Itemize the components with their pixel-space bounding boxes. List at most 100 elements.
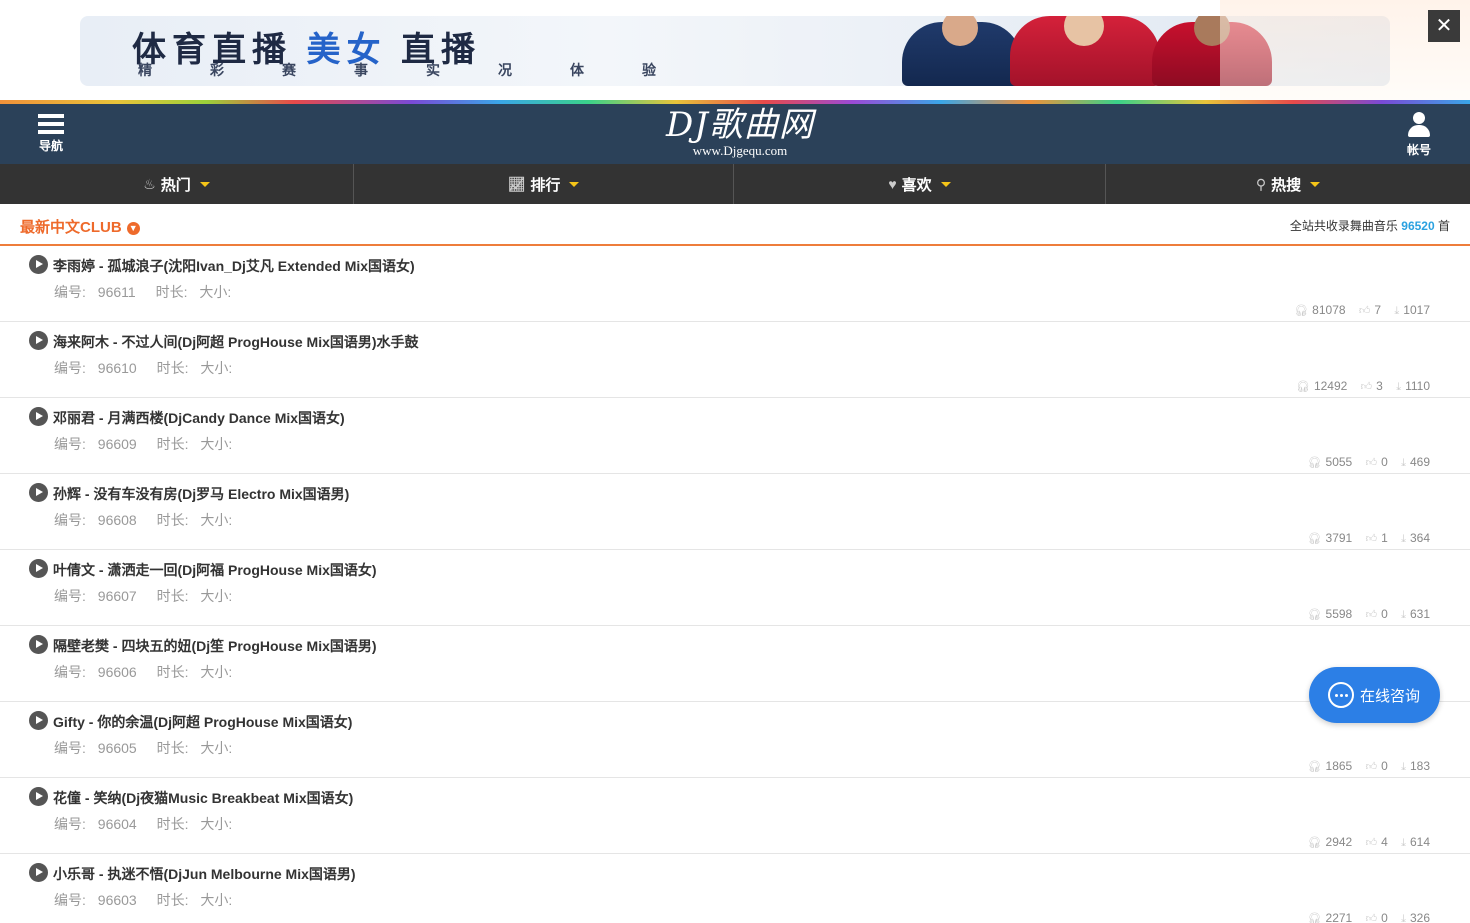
section-title[interactable]: 最新中文CLUB ▼ [20,216,140,237]
play-count: 🎧︎ 5055 [1307,455,1353,469]
thumbs-up-icon: 👍︎ [1365,837,1378,849]
song-size: 大小: [200,436,233,452]
list-item[interactable]: 隔壁老樊 - 四块五的妞(Dj笙 ProgHouse Mix国语男) 编号: 9… [0,626,1470,702]
tab-hot-search[interactable]: ⚲ 热搜 [1106,164,1470,204]
nav-menu-button[interactable]: 导航 [26,110,76,158]
song-list: 李雨婷 - 孤城浪子(沈阳Ivan_Dj艾凡 Extended Mix国语女) … [0,246,1470,923]
account-button[interactable]: 帐号 [1394,110,1444,158]
count-suffix: 首 [1437,219,1450,233]
logo-sub: www.Djgequ.com [692,143,788,158]
thumbs-up-icon: 👍︎ [1365,457,1378,469]
count-number: 96520 [1401,219,1435,233]
thumbs-up-icon: 👍︎ [1365,761,1378,773]
play-icon[interactable] [29,711,48,730]
ad-banner[interactable]: 体育直播 美女 直播 精彩赛事实况体验 [80,16,1390,86]
like-count: 👍︎ 1 [1365,531,1388,545]
list-item[interactable]: Gifty - 你的余温(Dj阿超 ProgHouse Mix国语女) 编号: … [0,702,1470,778]
headphones-icon: 🎧︎ [1307,761,1322,773]
song-duration: 时长: [156,512,189,528]
play-icon[interactable] [29,787,48,806]
download-count: ⤓ 326 [1401,911,1430,923]
tab-label: 热搜 [1271,176,1302,194]
logo-main: DJ歌曲网 [666,105,814,145]
song-id: 编号: 96605 [54,740,137,756]
song-title[interactable]: 李雨婷 - 孤城浪子(沈阳Ivan_Dj艾凡 Extended Mix国语女) [53,256,415,276]
site-logo[interactable]: DJ歌曲网 www.Djgequ.com [660,106,820,162]
list-item[interactable]: 花僮 - 笑纳(Dj夜猫Music Breakbeat Mix国语女) 编号: … [0,778,1470,854]
list-item[interactable]: 海来阿木 - 不过人间(Dj阿超 ProgHouse Mix国语男)水手鼓 编号… [0,322,1470,398]
song-size: 大小: [200,664,233,680]
count-prefix: 全站共收录舞曲音乐 [1289,219,1398,233]
tab-label: 排行 [530,176,561,194]
song-title[interactable]: 海来阿木 - 不过人间(Dj阿超 ProgHouse Mix国语男)水手鼓 [53,332,419,352]
song-meta: 编号: 96605 时长: 大小: [54,738,240,758]
list-item[interactable]: 孙辉 - 没有车没有房(Dj罗马 Electro Mix国语男) 编号: 966… [0,474,1470,550]
song-id: 编号: 96611 [54,284,136,300]
download-icon: ⤓ [1394,305,1400,317]
song-meta: 编号: 96608 时长: 大小: [54,510,240,530]
song-size: 大小: [200,588,233,604]
list-item[interactable]: 李雨婷 - 孤城浪子(沈阳Ivan_Dj艾凡 Extended Mix国语女) … [0,246,1470,322]
song-title[interactable]: 叶倩文 - 潇洒走一回(Dj阿福 ProgHouse Mix国语女) [53,560,377,580]
tab-hot[interactable]: ♨ 热门 [0,164,354,204]
song-stats: 🎧︎ 2942 👍︎ 4 ⤓ 614 [1298,835,1430,850]
list-item[interactable]: 小乐哥 - 执迷不悟(DjJun Melbourne Mix国语男) 编号: 9… [0,854,1470,923]
fire-icon: ♨ [143,175,156,192]
song-size: 大小: [200,816,233,832]
song-id: 编号: 96604 [54,816,137,832]
play-count: 🎧︎ 1865 [1307,759,1353,773]
tab-bar: ♨ 热门 📈︎ 排行 ♥ 喜欢 ⚲ 热搜 [0,164,1470,204]
song-size: 大小: [200,360,233,376]
download-count: ⤓ 1110 [1396,379,1430,393]
song-id: 编号: 96603 [54,892,137,908]
list-item[interactable]: 邓丽君 - 月满西楼(DjCandy Dance Mix国语女) 编号: 966… [0,398,1470,474]
song-title[interactable]: 孙辉 - 没有车没有房(Dj罗马 Electro Mix国语男) [53,484,349,504]
song-title[interactable]: 隔壁老樊 - 四块五的妞(Dj笙 ProgHouse Mix国语男) [53,636,377,656]
like-count: 👍︎ 3 [1360,379,1383,393]
play-icon[interactable] [29,483,48,502]
play-icon[interactable] [29,863,48,882]
play-icon[interactable] [29,331,48,350]
thumbs-up-icon: 👍︎ [1358,305,1371,317]
list-item[interactable]: 叶倩文 - 潇洒走一回(Dj阿福 ProgHouse Mix国语女) 编号: 9… [0,550,1470,626]
like-count: 👍︎ 0 [1365,759,1388,773]
song-meta: 编号: 96603 时长: 大小: [54,890,240,910]
ad-players-image [902,16,1272,86]
tab-like[interactable]: ♥ 喜欢 [734,164,1106,204]
song-id: 编号: 96609 [54,436,137,452]
play-icon[interactable] [29,255,48,274]
song-meta: 编号: 96604 时长: 大小: [54,814,240,834]
play-count: 🎧︎ 2942 [1307,835,1353,849]
close-icon[interactable]: ✕ [1428,10,1460,42]
song-duration: 时长: [156,816,189,832]
play-icon[interactable] [29,635,48,654]
song-duration: 时长: [156,436,189,452]
song-title[interactable]: 小乐哥 - 执迷不悟(DjJun Melbourne Mix国语男) [53,864,356,884]
chevron-down-icon: ▼ [126,222,140,235]
download-icon: ⤓ [1401,837,1406,849]
caret-down-icon [199,181,210,187]
headphones-icon: 🎧︎ [1307,913,1322,923]
download-icon: ⤓ [1401,533,1406,545]
account-label: 帐号 [1406,143,1431,157]
play-count: 🎧︎ 3791 [1307,531,1353,545]
thumbs-up-icon: 👍︎ [1360,381,1373,393]
song-title[interactable]: 花僮 - 笑纳(Dj夜猫Music Breakbeat Mix国语女) [53,788,353,808]
song-duration: 时长: [156,664,189,680]
like-count: 👍︎ 0 [1365,911,1388,923]
song-duration: 时长: [156,588,189,604]
song-stats: 🎧︎ 81078 👍︎ 7 ⤓ 1017 [1284,303,1430,318]
play-icon[interactable] [29,559,48,578]
song-id: 编号: 96607 [54,588,137,604]
tab-rank[interactable]: 📈︎ 排行 [354,164,734,204]
play-icon[interactable] [29,407,48,426]
total-count: 全站共收录舞曲音乐 96520 首 [1290,217,1450,234]
play-count: 🎧︎ 2271 [1307,911,1353,923]
song-title[interactable]: Gifty - 你的余温(Dj阿超 ProgHouse Mix国语女) [53,712,352,732]
download-count: ⤓ 364 [1401,531,1430,545]
online-consult-button[interactable]: 在线咨询 [1309,667,1440,723]
song-title[interactable]: 邓丽君 - 月满西楼(DjCandy Dance Mix国语女) [53,408,345,428]
ad-area: 体育直播 美女 直播 精彩赛事实况体验 ✕ [0,0,1470,100]
play-count: 🎧︎ 81078 [1294,303,1346,317]
heart-icon: ♥ [888,176,897,192]
